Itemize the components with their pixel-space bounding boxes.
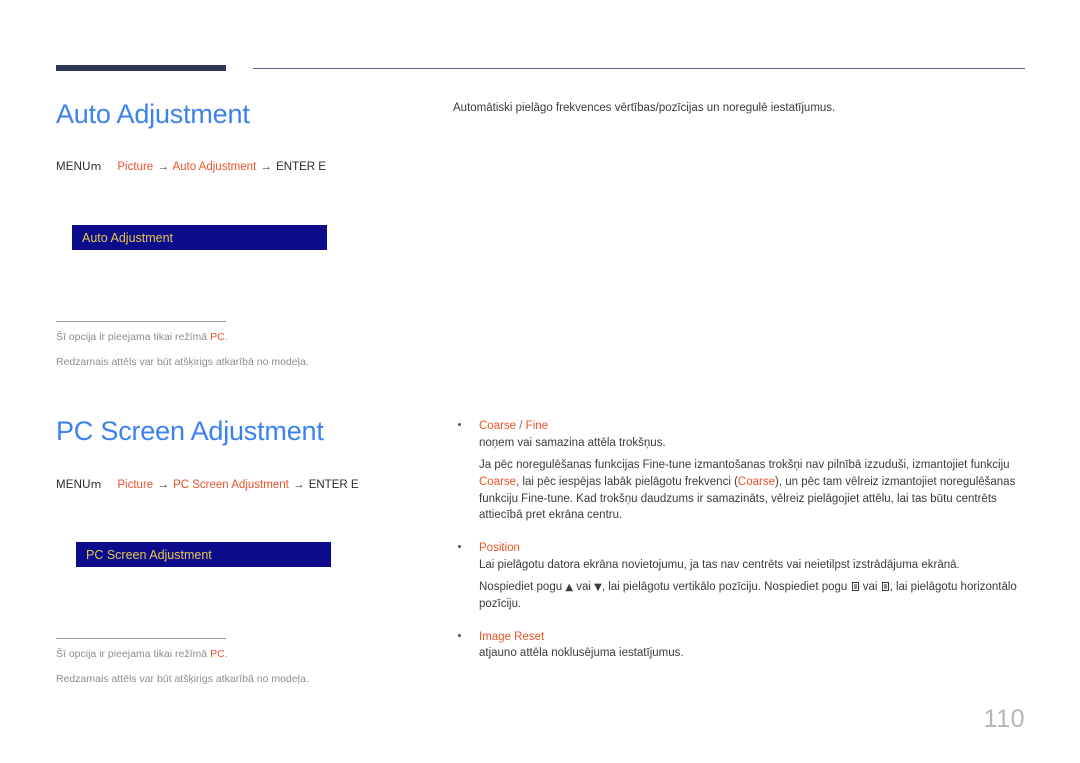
right-arrow-missing-glyph-icon — [881, 582, 889, 592]
menu-path-item-picture: Picture — [117, 478, 154, 491]
paragraph-part-2: , lai pēc iespējas labāk pielāgotu frekv… — [516, 476, 738, 489]
menu-path-menu-label: MENU — [56, 160, 91, 173]
menu-path-arrow-icon-2: → — [260, 160, 272, 173]
bullet-title-fine: Fine — [525, 420, 549, 432]
section-auto-adjustment-left: Auto Adjustment MENUm Picture → Auto Adju… — [56, 99, 436, 369]
header-rules — [0, 0, 1080, 80]
intro-description-auto-adjustment: Automātiski pielāgo frekvences vērtības/… — [453, 102, 836, 114]
bullet-dot-icon — [458, 545, 461, 549]
paragraph-highlight-coarse-2: Coarse — [737, 476, 775, 489]
bullet-item-position: Position Lai pielāgotu datora ekrāna nov… — [453, 540, 1028, 613]
header-thick-rule — [56, 65, 226, 71]
footnote-highlight-pc: PC — [210, 331, 225, 344]
bullet-title-coarse: Coarse — [479, 420, 517, 432]
menu-path-arrow-icon-1: → — [157, 478, 169, 491]
footnote-model-note-1: Redzamais attēls var būt atšķirigs atkar… — [56, 355, 309, 368]
up-arrow-icon: ▲ — [565, 582, 574, 594]
paragraph-part-1: Nospiediet pogu — [479, 581, 566, 594]
section-pc-screen-adjustment-left: PC Screen Adjustment MENUm Picture → PC S… — [56, 416, 436, 686]
menu-path-item-picture: Picture — [117, 160, 154, 173]
footnote-pc-mode-2: Šī opcija ir pieejama tikai režīmā PC. — [56, 648, 436, 661]
footnote-divider-1 — [56, 321, 226, 323]
footnote-text-prefix: Šī opcija ir pieejama tikai režīmā — [56, 648, 211, 661]
paragraph-part-1: Ja pēc noregulēšanas funkcijas Fine-tune… — [479, 459, 1010, 472]
bullet-title-image-reset: Image Reset — [479, 630, 545, 643]
bullet-body-position-paragraph: Nospiediet pogu ▲ vai ▼, lai pielāgotu v… — [479, 579, 1028, 612]
bullet-dot-icon — [458, 423, 461, 426]
menu-path-arrow-icon-2: → — [293, 478, 305, 491]
bullet-dot-icon — [458, 633, 461, 637]
feature-bullet-list: Coarse / Fine noņem vai samazina attēla … — [453, 418, 1028, 662]
menu-path-arrow-icon-1: → — [157, 160, 169, 173]
bullet-title-position: Position — [479, 542, 520, 555]
paragraph-part-4: vai — [859, 581, 881, 594]
osd-menu-label: PC Screen Adjustment — [86, 547, 212, 562]
page-number: 110 — [983, 705, 1025, 733]
menu-path-item-target: Auto Adjustment — [172, 160, 257, 173]
footnote-text-suffix: . — [224, 331, 228, 344]
osd-menu-label: Auto Adjustment — [82, 230, 174, 245]
bullet-title-separator: / — [516, 420, 526, 432]
osd-menu-box-pc-screen-adjustment[interactable]: PC Screen Adjustment — [76, 542, 331, 568]
footnote-highlight-pc: PC — [210, 648, 225, 661]
paragraph-highlight-coarse-1: Coarse — [479, 476, 517, 489]
menu-path-item-target: PC Screen Adjustment — [173, 478, 289, 491]
footnote-text-prefix: Šī opcija ir pieejama tikai režīmā — [56, 331, 211, 344]
footnote-text-suffix: . — [224, 648, 228, 661]
menu-keycap-icon: m — [90, 477, 102, 491]
osd-menu-box-auto-adjustment[interactable]: Auto Adjustment — [72, 225, 327, 251]
paragraph-part-3: , lai pielāgotu vertikālo pozīciju. Nosp… — [601, 581, 851, 594]
menu-path-menu-label: MENU — [56, 478, 91, 491]
footnote-pc-mode-1: Šī opcija ir pieejama tikai režīmā PC. — [56, 331, 436, 344]
left-arrow-missing-glyph-icon — [851, 582, 859, 592]
page-title-pc-screen-adjustment: PC Screen Adjustment — [56, 416, 324, 446]
footnote-model-note-2: Redzamais attēls var būt atšķirigs atkar… — [56, 672, 309, 685]
bullet-body-coarse-fine-line1: noņem vai samazina attēla trokšņus. — [479, 436, 666, 449]
manual-page: Auto Adjustment MENUm Picture → Auto Adju… — [0, 0, 1080, 763]
footnote-divider-2 — [56, 638, 226, 640]
section-auto-adjustment-right: Automātiski pielāgo frekvences vērtības/… — [453, 100, 1028, 116]
menu-path-enter-label: ENTER — [308, 478, 348, 491]
down-arrow-icon: ▼ — [594, 582, 602, 594]
bullet-body-coarse-fine-paragraph: Ja pēc noregulēšanas funkcijas Fine-tune… — [479, 457, 1028, 524]
header-thin-rule — [253, 68, 1025, 69]
menu-path-auto-adjustment: MENUm Picture → Auto Adjustment → ENTER E — [56, 160, 436, 175]
menu-path-pc-screen-adjustment: MENUm Picture → PC Screen Adjustment → EN… — [56, 478, 436, 493]
bullet-body-position-line1: Lai pielāgotu datora ekrāna novietojumu,… — [479, 558, 960, 571]
bullet-item-image-reset: Image Reset atjauno attēla noklusējuma i… — [453, 629, 1028, 662]
menu-keycap-icon: m — [90, 159, 102, 173]
paragraph-part-2: vai — [573, 581, 595, 594]
page-title-auto-adjustment: Auto Adjustment — [56, 99, 250, 129]
section-pc-screen-adjustment-right: Coarse / Fine noņem vai samazina attēla … — [453, 418, 1028, 674]
bullet-item-coarse-fine: Coarse / Fine noņem vai samazina attēla … — [453, 418, 1028, 524]
enter-keycap-icon: E — [350, 478, 359, 491]
enter-keycap-icon: E — [318, 160, 326, 173]
menu-path-enter-label: ENTER — [276, 160, 316, 173]
bullet-title-coarse-fine: Coarse / Fine — [479, 418, 1028, 435]
bullet-body-image-reset-line1: atjauno attēla noklusējuma iestatījumus. — [479, 647, 684, 660]
